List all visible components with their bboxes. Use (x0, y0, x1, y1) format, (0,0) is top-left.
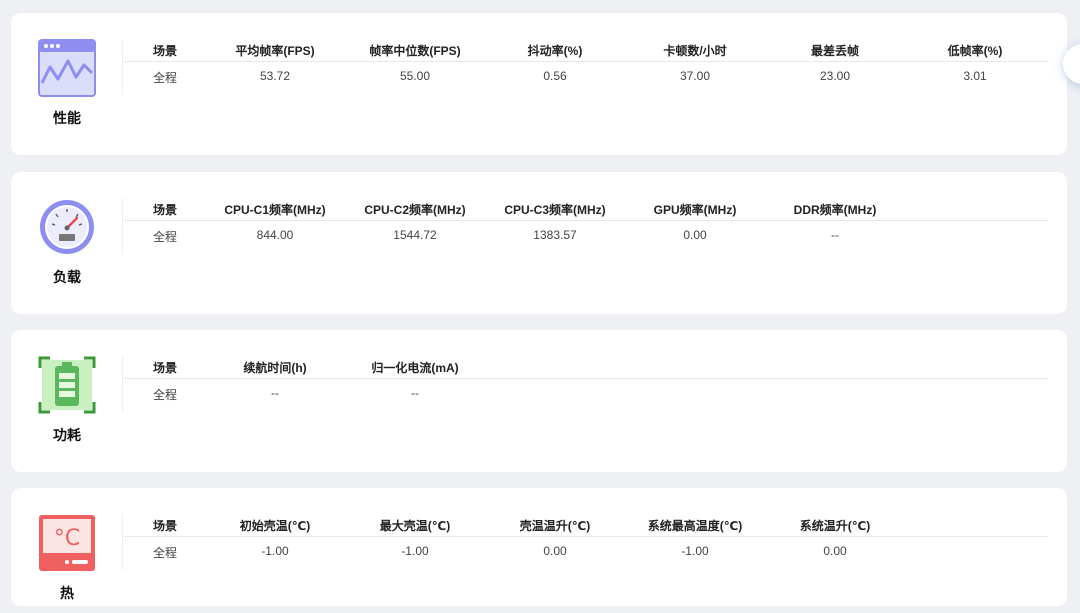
table-cell: 全程 (152, 230, 177, 244)
column-header: CPU-C2频率(MHz) (364, 203, 466, 217)
column-header: 场景 (152, 44, 177, 58)
table-cell: -- (831, 228, 839, 242)
column-header: GPU频率(MHz) (653, 203, 737, 217)
table-cell: 全程 (152, 546, 177, 560)
divider (122, 514, 123, 570)
section-label: 热 (60, 585, 74, 601)
table-cell: 0.56 (543, 69, 567, 83)
column-header: 归一化电流(mA) (371, 361, 459, 375)
table-row: 全程 -1.00 -1.00 0.00 -1.00 0.00 (125, 537, 1048, 573)
load-card: 负载 场景 CPU-C1频率(MHz) CPU-C2频率(MHz) CPU-C3… (11, 172, 1067, 314)
column-header: 低帧率(%) (947, 44, 1003, 58)
table-cell: 1544.72 (393, 228, 437, 242)
column-header: 平均帧率(FPS) (235, 44, 315, 58)
performance-chart-icon (38, 39, 96, 97)
metrics-table: 场景 平均帧率(FPS) 帧率中位数(FPS) 抖动率(%) 卡顿数/小时 最差… (125, 40, 1048, 98)
table-cell: 0.00 (683, 228, 707, 242)
table-cell: -1.00 (401, 544, 429, 558)
metrics-table: 场景 CPU-C1频率(MHz) CPU-C2频率(MHz) CPU-C3频率(… (125, 199, 1048, 257)
table-cell: -1.00 (681, 544, 709, 558)
column-header: 初始壳温(℃) (239, 519, 311, 533)
column-header: 最大壳温(℃) (379, 519, 451, 533)
table-cell: 全程 (152, 71, 177, 85)
battery-icon (38, 356, 96, 414)
table-cell: 844.00 (256, 228, 294, 242)
table-header-row: 场景 初始壳温(℃) 最大壳温(℃) 壳温温升(℃) 系统最高温度(℃) 系统温… (125, 515, 1048, 537)
table-cell: -- (411, 386, 419, 400)
table-row: 全程 -- -- (125, 379, 1048, 415)
divider (122, 198, 123, 254)
column-header: CPU-C3频率(MHz) (504, 203, 606, 217)
thermometer-celsius-icon: °C (38, 514, 96, 572)
column-header: 系统温升(℃) (799, 519, 871, 533)
divider (122, 39, 123, 95)
column-header: 场景 (152, 519, 177, 533)
table-cell: 37.00 (679, 69, 711, 83)
table-header-row: 场景 续航时间(h) 归一化电流(mA) (125, 357, 1048, 379)
table-row: 全程 53.72 55.00 0.56 37.00 23.00 3.01 (125, 62, 1048, 98)
divider (122, 356, 123, 412)
thermal-card: °C 热 场景 初始壳温(℃) 最大壳温(℃) 壳温温升(℃) 系统最高温度(℃… (11, 488, 1067, 606)
celsius-icon-text: °C (54, 526, 80, 551)
metrics-table: 场景 续航时间(h) 归一化电流(mA) 全程 -- -- (125, 357, 1048, 415)
table-row: 全程 844.00 1544.72 1383.57 0.00 -- (125, 221, 1048, 257)
column-header: 系统最高温度(℃) (647, 519, 743, 533)
table-cell: -- (271, 386, 279, 400)
table-cell: 3.01 (963, 69, 987, 83)
performance-card: 性能 场景 平均帧率(FPS) 帧率中位数(FPS) 抖动率(%) 卡顿数/小时… (11, 13, 1067, 155)
column-header: 帧率中位数(FPS) (369, 44, 461, 58)
column-header: 续航时间(h) (243, 361, 307, 375)
table-cell: 1383.57 (533, 228, 577, 242)
column-header: CPU-C1频率(MHz) (224, 203, 326, 217)
section-label: 负载 (53, 269, 81, 285)
table-cell: 0.00 (823, 544, 847, 558)
table-cell: 55.00 (399, 69, 431, 83)
section-label: 性能 (53, 110, 81, 126)
column-header: 场景 (152, 361, 177, 375)
table-header-row: 场景 平均帧率(FPS) 帧率中位数(FPS) 抖动率(%) 卡顿数/小时 最差… (125, 40, 1048, 62)
table-cell: 0.00 (543, 544, 567, 558)
gauge-icon (38, 198, 96, 256)
power-card: 功耗 场景 续航时间(h) 归一化电流(mA) 全程 -- -- (11, 330, 1067, 472)
column-header: 壳温温升(℃) (519, 519, 591, 533)
column-header: DDR频率(MHz) (793, 203, 877, 217)
column-header: 场景 (152, 203, 177, 217)
column-header: 卡顿数/小时 (663, 44, 727, 58)
column-header: 最差丢帧 (810, 44, 859, 58)
table-header-row: 场景 CPU-C1频率(MHz) CPU-C2频率(MHz) CPU-C3频率(… (125, 199, 1048, 221)
column-header: 抖动率(%) (527, 44, 583, 58)
section-label: 功耗 (53, 427, 81, 443)
table-cell: 全程 (152, 388, 177, 402)
table-cell: 23.00 (819, 69, 851, 83)
table-cell: -1.00 (261, 544, 289, 558)
table-cell: 53.72 (259, 69, 291, 83)
metrics-table: 场景 初始壳温(℃) 最大壳温(℃) 壳温温升(℃) 系统最高温度(℃) 系统温… (125, 515, 1048, 573)
